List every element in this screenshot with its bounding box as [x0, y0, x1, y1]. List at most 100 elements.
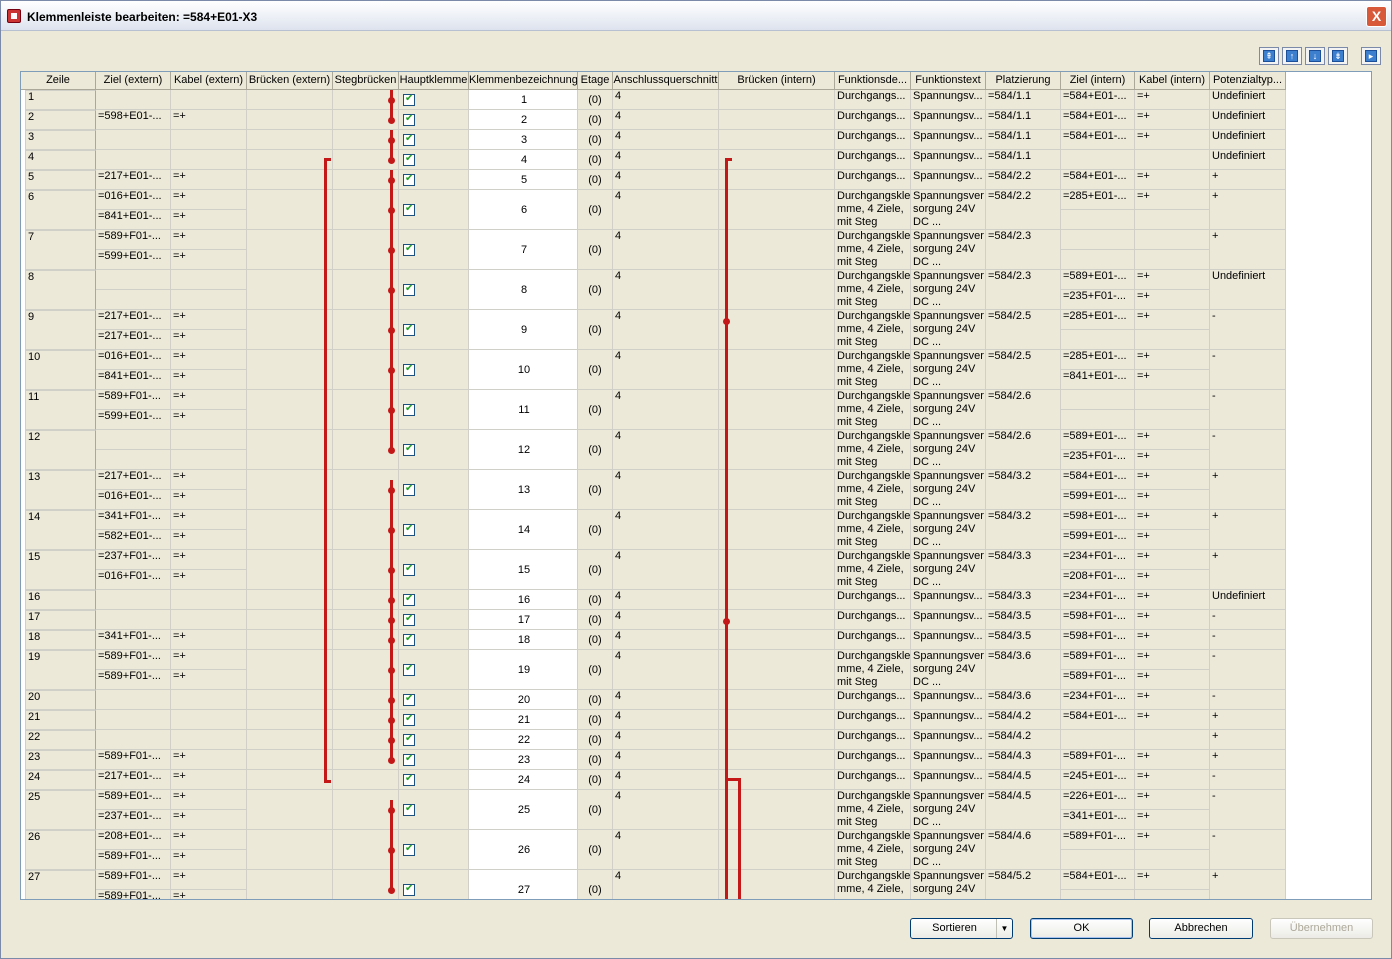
ziel-intern-cell[interactable]: =589+E01-... — [1061, 430, 1135, 450]
potenzialtyp-cell[interactable]: Undefiniert — [1210, 90, 1286, 110]
bruecken-extern-cell[interactable] — [247, 590, 333, 610]
bruecken-extern-cell[interactable] — [247, 430, 333, 470]
ziel-intern-cell[interactable] — [1061, 410, 1135, 430]
funktionsdefinition-cell[interactable]: Durchgangskle mme, 4 Ziele, mit Steg — [835, 270, 911, 310]
kabel-extern-cell[interactable]: =+ — [171, 530, 247, 550]
klemmenbezeichnung-cell[interactable]: 2 — [469, 110, 578, 130]
ziel-intern-cell[interactable]: =584+E01-... — [1061, 470, 1135, 490]
anschlussquerschnitt-cell[interactable]: 4 — [613, 690, 719, 710]
platzierung-cell[interactable]: =584/3.5 — [986, 630, 1061, 650]
first-row-button[interactable]: ⇞ — [1259, 47, 1279, 65]
ziel-intern-cell[interactable] — [1061, 390, 1135, 410]
platzierung-cell[interactable]: =584/3.5 — [986, 610, 1061, 630]
kabel-extern-cell[interactable]: =+ — [171, 410, 247, 430]
row-number[interactable]: 26 — [25, 830, 96, 870]
ziel-extern-cell[interactable]: =589+F01-... — [96, 650, 171, 670]
kabel-extern-cell[interactable] — [171, 270, 247, 290]
potenzialtyp-cell[interactable]: + — [1210, 750, 1286, 770]
hauptklemme-checkbox[interactable] — [403, 633, 415, 646]
kabel-extern-cell[interactable]: =+ — [171, 330, 247, 350]
platzierung-cell[interactable]: =584/4.2 — [986, 710, 1061, 730]
col-funktionstext-header[interactable]: Funktionstext — [911, 72, 986, 90]
kabel-extern-cell[interactable] — [171, 450, 247, 470]
potenzialtyp-cell[interactable]: Undefiniert — [1210, 110, 1286, 130]
ziel-intern-cell[interactable] — [1061, 330, 1135, 350]
funktionsdefinition-cell[interactable]: Durchgangs... — [835, 90, 911, 110]
bruecken-intern-cell[interactable] — [719, 430, 835, 470]
funktionsdefinition-cell[interactable]: Durchgangskle mme, 4 Ziele, mit Steg — [835, 390, 911, 430]
kabel-intern-cell[interactable]: =+ — [1135, 570, 1210, 590]
col-anschlussquerschnitt-header[interactable]: Anschlussquerschnitt — [613, 72, 719, 90]
kabel-extern-cell[interactable]: =+ — [171, 170, 247, 190]
platzierung-cell[interactable]: =584/2.3 — [986, 270, 1061, 310]
hauptklemme-checkbox[interactable] — [403, 93, 415, 106]
col-kabel-intern-header[interactable]: Kabel (intern) — [1135, 72, 1210, 90]
ziel-intern-cell[interactable]: =235+F01-... — [1061, 450, 1135, 470]
row-number[interactable]: 12 — [25, 430, 96, 470]
row-number[interactable]: 10 — [25, 350, 96, 390]
platzierung-cell[interactable]: =584/4.5 — [986, 770, 1061, 790]
potenzialtyp-cell[interactable]: + — [1210, 170, 1286, 190]
bruecken-intern-cell[interactable] — [719, 710, 835, 730]
kabel-intern-cell[interactable] — [1135, 410, 1210, 430]
row-number[interactable]: 7 — [25, 230, 96, 270]
col-funktionsdefinition-header[interactable]: Funktionsde... — [835, 72, 911, 90]
kabel-intern-cell[interactable]: =+ — [1135, 710, 1210, 730]
row-number[interactable]: 19 — [25, 650, 96, 690]
kabel-extern-cell[interactable]: =+ — [171, 510, 247, 530]
potenzialtyp-cell[interactable]: Undefiniert — [1210, 590, 1286, 610]
funktionsdefinition-cell[interactable]: Durchgangskle mme, 4 Ziele, mit Steg — [835, 350, 911, 390]
klemmenbezeichnung-cell[interactable]: 11 — [469, 390, 578, 430]
anschlussquerschnitt-cell[interactable]: 4 — [613, 350, 719, 390]
hauptklemme-checkbox[interactable] — [403, 243, 415, 256]
bruecken-extern-cell[interactable] — [247, 790, 333, 830]
kabel-extern-cell[interactable]: =+ — [171, 190, 247, 210]
anschlussquerschnitt-cell[interactable]: 4 — [613, 110, 719, 130]
bruecken-extern-cell[interactable] — [247, 710, 333, 730]
kabel-intern-cell[interactable]: =+ — [1135, 90, 1210, 110]
ziel-extern-cell[interactable]: =217+E01-... — [96, 310, 171, 330]
ziel-intern-cell[interactable] — [1061, 210, 1135, 230]
ziel-intern-cell[interactable]: =599+E01-... — [1061, 530, 1135, 550]
bruecken-extern-cell[interactable] — [247, 90, 333, 110]
funktionstext-cell[interactable]: Spannungsver sorgung 24V DC ... — [911, 270, 986, 310]
ziel-extern-cell[interactable]: =016+F01-... — [96, 570, 171, 590]
ziel-intern-cell[interactable]: =584+E01-... — [1061, 130, 1135, 150]
kabel-intern-cell[interactable]: =+ — [1135, 510, 1210, 530]
row-number[interactable]: 17 — [25, 610, 96, 630]
ziel-extern-cell[interactable] — [96, 610, 171, 630]
bruecken-extern-cell[interactable] — [247, 190, 333, 230]
kabel-intern-cell[interactable]: =+ — [1135, 690, 1210, 710]
kabel-intern-cell[interactable] — [1135, 230, 1210, 250]
ziel-extern-cell[interactable]: =589+F01-... — [96, 850, 171, 870]
ziel-extern-cell[interactable]: =217+E01-... — [96, 330, 171, 350]
klemmenbezeichnung-cell[interactable]: 25 — [469, 790, 578, 830]
ziel-extern-cell[interactable] — [96, 690, 171, 710]
etage-cell[interactable]: (0) — [578, 690, 613, 710]
etage-cell[interactable]: (0) — [578, 770, 613, 790]
potenzialtyp-cell[interactable]: Undefiniert — [1210, 150, 1286, 170]
row-number[interactable]: 14 — [25, 510, 96, 550]
funktionstext-cell[interactable]: Spannungsver sorgung 24V DC ... — [911, 790, 986, 830]
kabel-intern-cell[interactable]: =+ — [1135, 470, 1210, 490]
kabel-intern-cell[interactable]: =+ — [1135, 650, 1210, 670]
ziel-intern-cell[interactable]: =341+E01-... — [1061, 810, 1135, 830]
bruecken-intern-cell[interactable] — [719, 170, 835, 190]
ziel-intern-cell[interactable] — [1061, 150, 1135, 170]
kabel-intern-cell[interactable]: =+ — [1135, 590, 1210, 610]
bruecken-extern-cell[interactable] — [247, 750, 333, 770]
funktionsdefinition-cell[interactable]: Durchgangs... — [835, 150, 911, 170]
platzierung-cell[interactable]: =584/2.6 — [986, 430, 1061, 470]
bruecken-intern-cell[interactable] — [719, 750, 835, 770]
hauptklemme-checkbox[interactable] — [403, 483, 415, 496]
platzierung-cell[interactable]: =584/3.6 — [986, 650, 1061, 690]
anschlussquerschnitt-cell[interactable]: 4 — [613, 630, 719, 650]
ziel-extern-cell[interactable] — [96, 710, 171, 730]
platzierung-cell[interactable]: =584/3.3 — [986, 550, 1061, 590]
ziel-intern-cell[interactable]: =584+E01-... — [1061, 90, 1135, 110]
anschlussquerschnitt-cell[interactable]: 4 — [613, 130, 719, 150]
bruecken-extern-cell[interactable] — [247, 690, 333, 710]
col-ziel-intern-header[interactable]: Ziel (intern) — [1061, 72, 1135, 90]
ziel-extern-cell[interactable] — [96, 450, 171, 470]
hauptklemme-checkbox[interactable] — [403, 173, 415, 186]
